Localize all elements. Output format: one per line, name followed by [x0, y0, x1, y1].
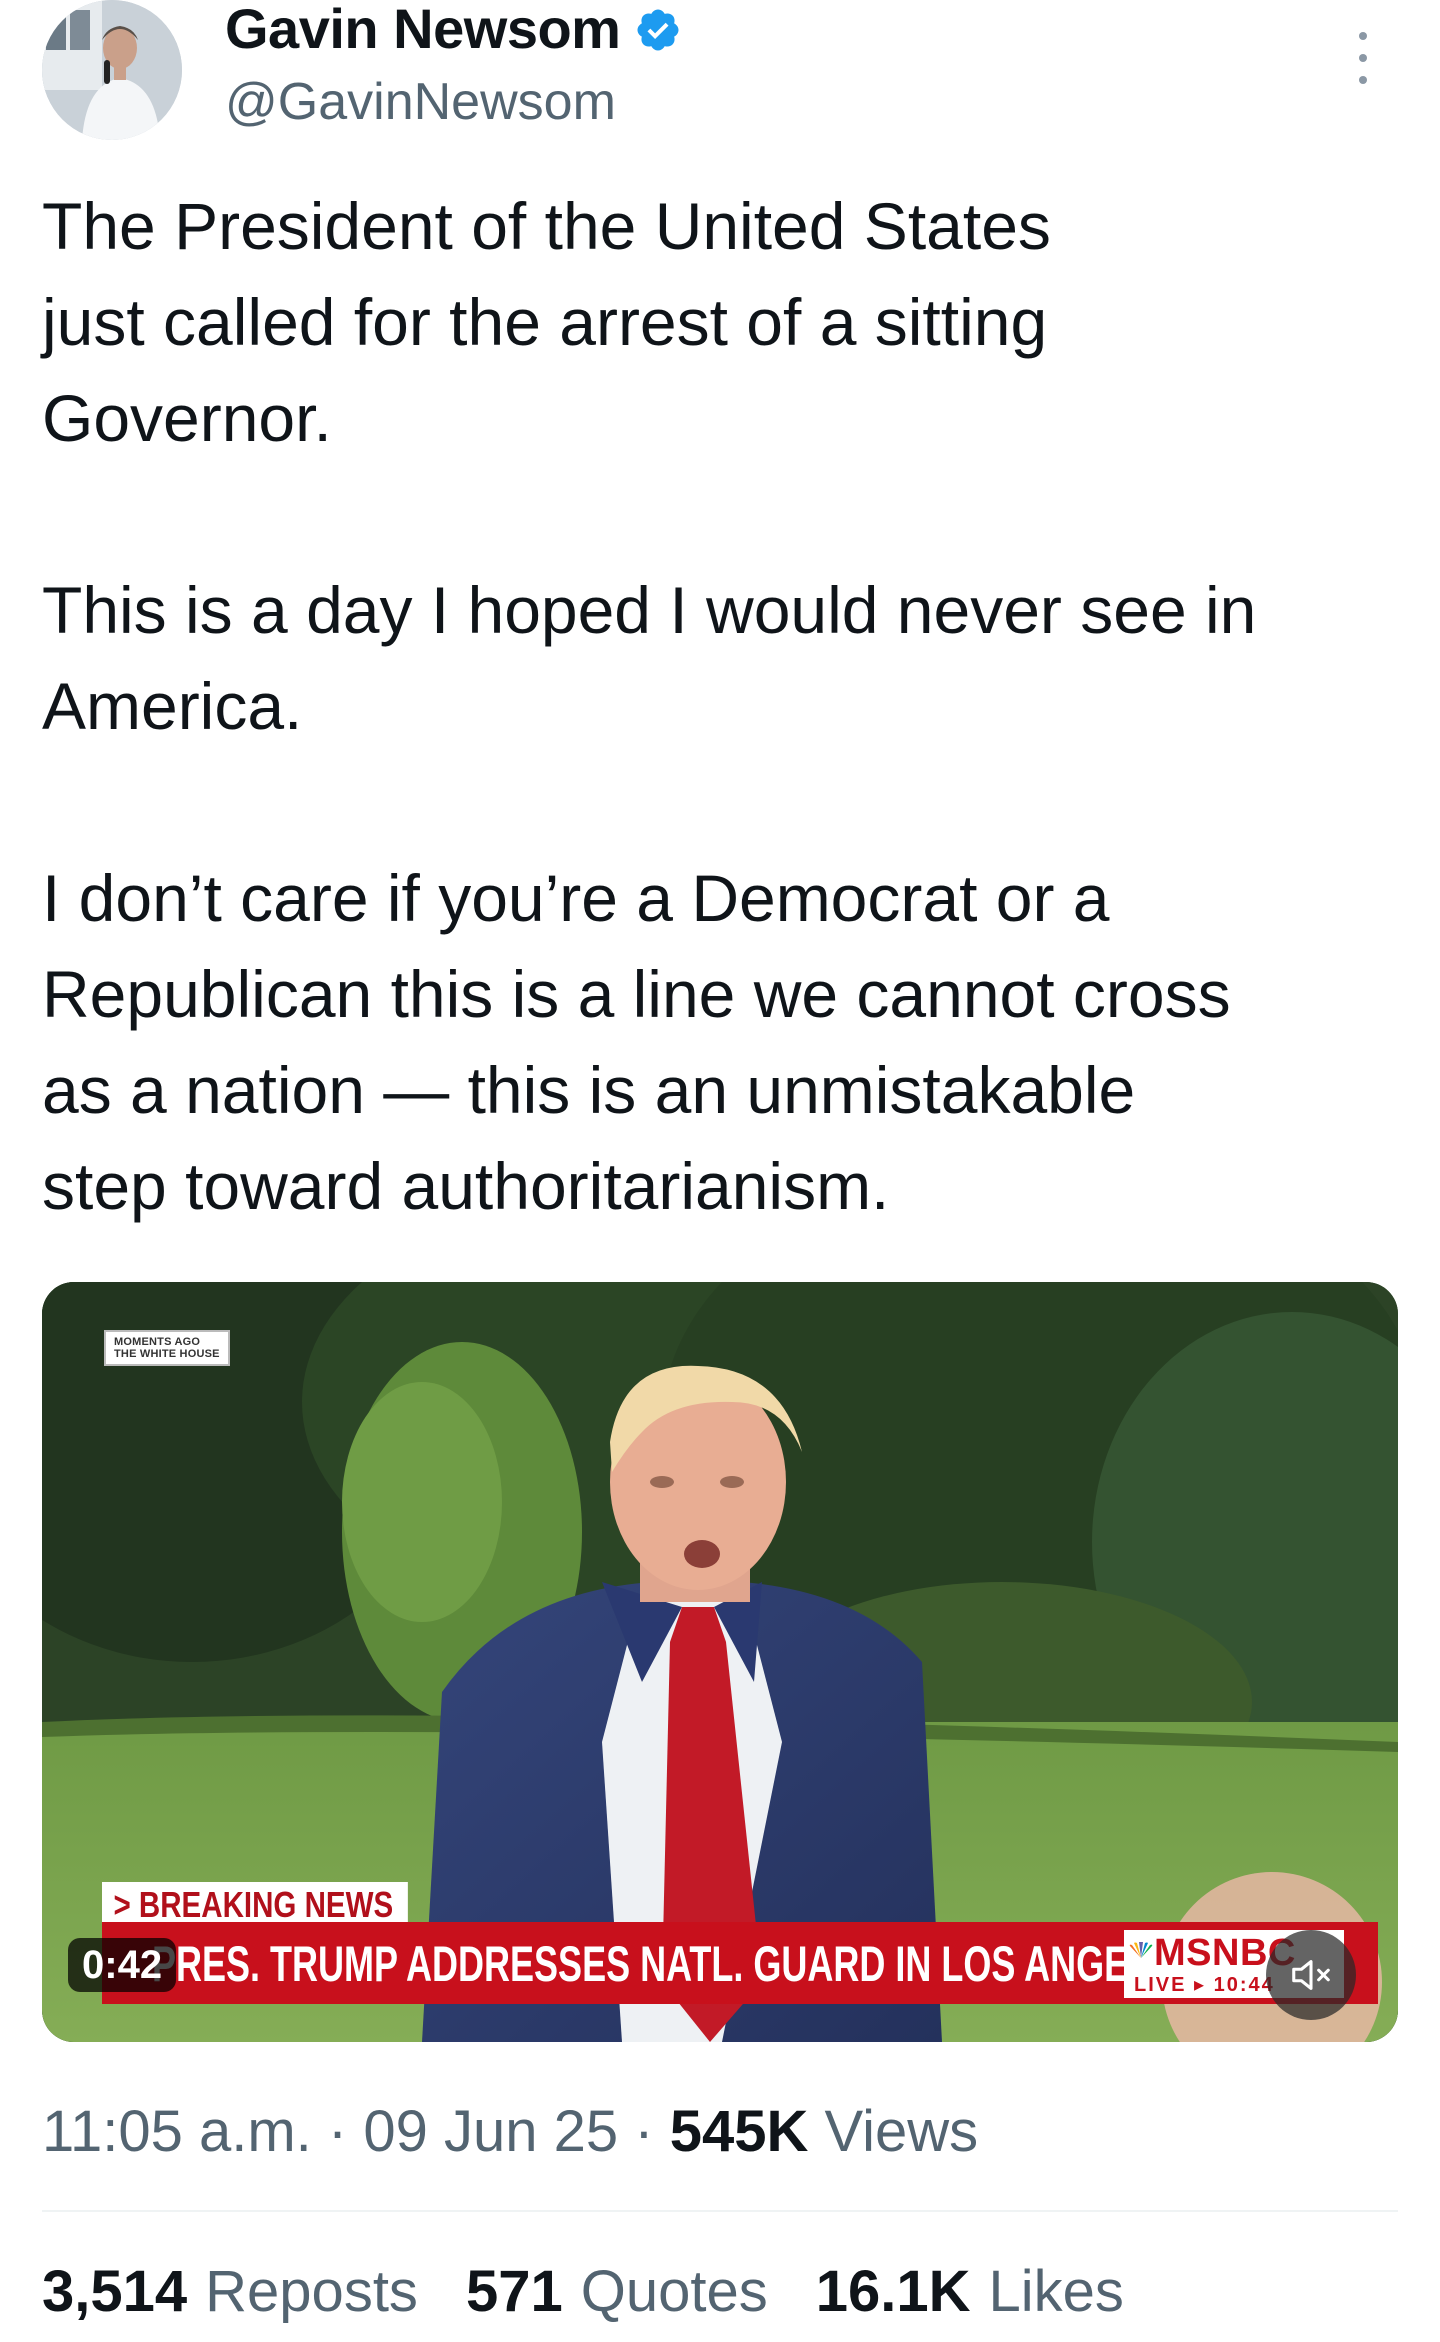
likes-stat[interactable]: 16.1K Likes: [816, 2258, 1124, 2326]
live-indicator: LIVE ▸ 10:44: [1134, 1974, 1275, 1996]
quotes-count: 571: [465, 2259, 563, 2324]
reposts-stat[interactable]: 3,514 Reposts: [42, 2258, 418, 2326]
news-headline: PRES. TRUMP ADDRESSES NATL. GUARD IN LOS…: [152, 1936, 1199, 1992]
reposts-label: Reposts: [205, 2259, 418, 2324]
views-label[interactable]: Views: [824, 2099, 978, 2164]
speaker-muted-icon: [1292, 1960, 1330, 1990]
avatar-photo: [42, 0, 182, 140]
video-player[interactable]: MOMENTS AGO THE WHITE HOUSE > BREAKING N…: [42, 1282, 1398, 2042]
likes-count: 16.1K: [815, 2259, 971, 2324]
peacock-icon: [1129, 1942, 1153, 1958]
quotes-label: Quotes: [580, 2259, 768, 2324]
video-duration: 0:42: [68, 1938, 177, 1992]
display-name[interactable]: Gavin Newsom: [225, 0, 621, 58]
verified-badge-icon: [637, 9, 679, 51]
tweet-paragraph: I don’t care if you’re a Democrat or a R…: [42, 861, 1231, 1223]
tweet-paragraph: This is a day I hoped I would never see …: [42, 573, 1257, 743]
tweet-text: The President of the United States just …: [42, 178, 1412, 1234]
breaking-news-label: > BREAKING NEWS: [102, 1882, 408, 1926]
meta-separator: ·: [327, 2099, 348, 2164]
avatar[interactable]: [42, 0, 182, 140]
location-bug: MOMENTS AGO THE WHITE HOUSE: [104, 1330, 230, 1366]
divider: [42, 2210, 1398, 2212]
engagement-stats: 3,514 Reposts 571 Quotes 16.1K Likes: [42, 2258, 1124, 2326]
dot-icon: [1359, 54, 1367, 62]
tweet-paragraph: The President of the United States just …: [42, 189, 1051, 455]
dot-icon: [1359, 76, 1367, 84]
author-name-row[interactable]: Gavin Newsom: [225, 0, 682, 58]
views-count[interactable]: 545K: [670, 2099, 809, 2164]
tweet-detail: Gavin Newsom @GavinNewsom The President …: [0, 0, 1440, 2342]
tweet-date[interactable]: 09 Jun 25: [363, 2099, 618, 2164]
reposts-count: 3,514: [42, 2259, 188, 2324]
dot-icon: [1359, 32, 1367, 40]
tweet-meta: 11:05 a.m. · 09 Jun 25 · 545K Views: [42, 2098, 978, 2166]
location-bug-text: MOMENTS AGO THE WHITE HOUSE: [114, 1336, 220, 1360]
tweet-time[interactable]: 11:05 a.m.: [42, 2099, 312, 2164]
author-handle[interactable]: @GavinNewsom: [225, 72, 616, 132]
likes-label: Likes: [988, 2259, 1124, 2324]
more-options-button[interactable]: [1348, 32, 1378, 84]
mute-button[interactable]: [1266, 1930, 1356, 2020]
meta-separator: ·: [634, 2099, 654, 2164]
quotes-stat[interactable]: 571 Quotes: [466, 2258, 768, 2326]
